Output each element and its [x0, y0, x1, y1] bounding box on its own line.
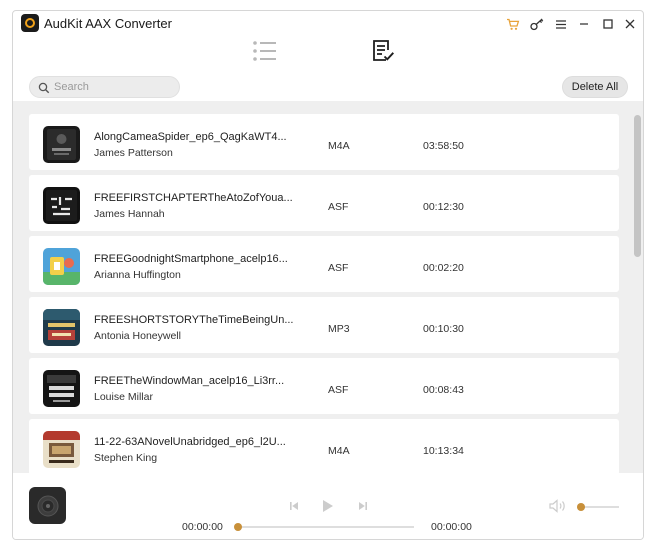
key-icon[interactable]	[526, 14, 548, 34]
audiobook-list: AlongCameaSpider_ep6_QagKaWT4... James P…	[13, 101, 643, 475]
app-window: AudKit AAX Converter Delete All	[12, 10, 644, 540]
item-author: James Hannah	[94, 208, 165, 220]
list-item[interactable]: FREEGoodnightSmartphone_acelp16... Arian…	[29, 236, 619, 292]
item-title: FREESHORTSTORYTheTimeBeingUn...	[94, 314, 294, 326]
list-item[interactable]: FREETheWindowMan_acelp16_Li3rr... Louise…	[29, 358, 619, 414]
volume-icon[interactable]	[549, 499, 567, 513]
item-duration: 00:02:20	[423, 262, 464, 274]
item-title: FREETheWindowMan_acelp16_Li3rr...	[94, 375, 285, 387]
item-title: 11-22-63ANovelUnabridged_ep6_l2U...	[94, 436, 286, 448]
audiobook-cover	[43, 187, 80, 224]
audiobook-cover	[43, 126, 80, 163]
minimize-icon[interactable]	[573, 14, 595, 34]
close-icon[interactable]	[619, 14, 641, 34]
total-time: 00:00:00	[431, 521, 472, 533]
item-author: Arianna Huffington	[94, 269, 181, 281]
player-cover-icon	[29, 487, 66, 524]
play-icon[interactable]	[320, 497, 336, 515]
item-format: ASF	[328, 384, 349, 396]
audiobook-cover	[43, 248, 80, 285]
item-duration: 03:58:50	[423, 140, 464, 152]
item-title: AlongCameaSpider_ep6_QagKaWT4...	[94, 131, 287, 143]
item-format: ASF	[328, 201, 349, 213]
app-title: AudKit AAX Converter	[44, 16, 172, 31]
item-title: FREEGoodnightSmartphone_acelp16...	[94, 253, 288, 265]
item-duration: 00:10:30	[423, 323, 464, 335]
item-format: ASF	[328, 262, 349, 274]
previous-track-icon[interactable]	[287, 499, 301, 513]
audiobook-cover	[43, 370, 80, 407]
item-format: M4A	[328, 445, 350, 457]
item-format: MP3	[328, 323, 350, 335]
converting-list-icon[interactable]	[250, 37, 280, 65]
menu-icon[interactable]	[550, 14, 572, 34]
item-format: M4A	[328, 140, 350, 152]
app-logo-icon	[21, 14, 39, 32]
title-bar: AudKit AAX Converter	[13, 11, 643, 37]
volume-slider[interactable]	[581, 506, 619, 508]
item-author: Louise Millar	[94, 391, 153, 403]
audiobook-cover	[43, 431, 80, 468]
maximize-icon[interactable]	[597, 14, 619, 34]
seek-bar[interactable]	[238, 526, 414, 528]
converted-history-icon[interactable]	[368, 37, 398, 65]
item-author: Antonia Honeywell	[94, 330, 181, 342]
item-author: James Patterson	[94, 147, 173, 159]
list-item[interactable]: FREEFIRSTCHAPTERTheAtoZofYoua... James H…	[29, 175, 619, 231]
item-duration: 10:13:34	[423, 445, 464, 457]
item-duration: 00:08:43	[423, 384, 464, 396]
search-icon	[38, 81, 50, 99]
volume-handle[interactable]	[577, 503, 585, 511]
item-author: Stephen King	[94, 452, 158, 464]
list-scrollbar[interactable]	[634, 111, 641, 473]
list-item[interactable]: 11-22-63ANovelUnabridged_ep6_l2U... Step…	[29, 419, 619, 475]
scrollbar-thumb[interactable]	[634, 115, 641, 257]
list-item[interactable]: FREESHORTSTORYTheTimeBeingUn... Antonia …	[29, 297, 619, 353]
item-title: FREEFIRSTCHAPTERTheAtoZofYoua...	[94, 192, 293, 204]
search-box	[29, 76, 180, 98]
next-track-icon[interactable]	[356, 499, 370, 513]
item-duration: 00:12:30	[423, 201, 464, 213]
delete-all-button[interactable]: Delete All	[562, 76, 628, 98]
cart-icon[interactable]	[502, 14, 524, 34]
search-input[interactable]	[54, 79, 174, 95]
audio-player: 00:00:00 00:00:00	[13, 473, 643, 539]
audiobook-cover	[43, 309, 80, 346]
seek-handle[interactable]	[234, 523, 242, 531]
current-time: 00:00:00	[182, 521, 223, 533]
list-item[interactable]: AlongCameaSpider_ep6_QagKaWT4... James P…	[29, 114, 619, 170]
